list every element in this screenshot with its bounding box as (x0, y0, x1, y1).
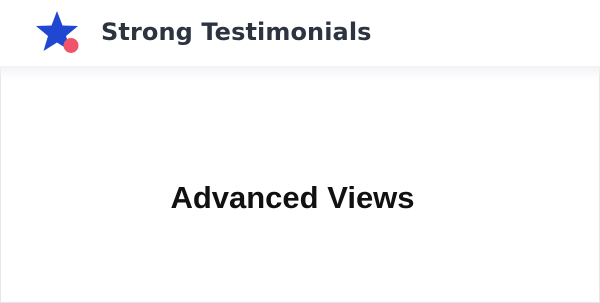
site-header: Strong Testimonials (0, 0, 600, 67)
star-dot (63, 38, 79, 53)
star-logo-icon (33, 9, 81, 57)
page-title: Advanced Views (170, 179, 415, 215)
brand-name: Strong Testimonials (101, 18, 372, 46)
header-shadow (0, 66, 600, 80)
